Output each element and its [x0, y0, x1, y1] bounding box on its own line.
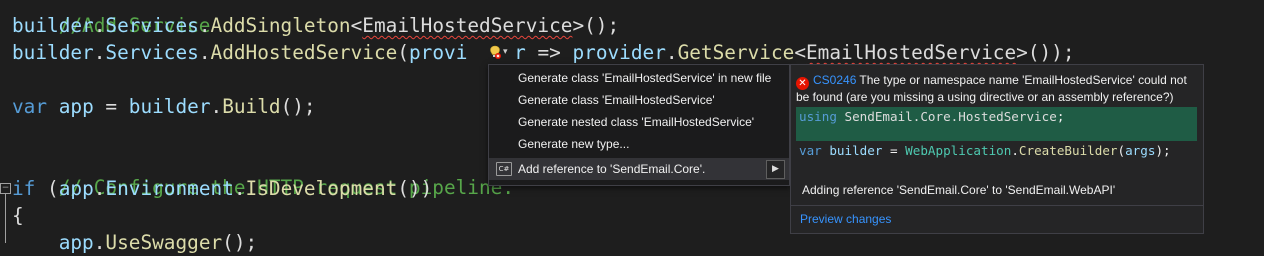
code-punct: >()); [1016, 41, 1075, 64]
code-keyword: var [12, 95, 48, 118]
code-punct: . [665, 41, 678, 64]
code-punct: => [525, 41, 573, 64]
chevron-down-icon: ▾ [503, 47, 508, 57]
preview-code-line: var builder = WebApplication.CreateBuild… [799, 141, 1171, 161]
error-message: ✕ CS0246 The type or namespace name 'Email… [796, 73, 1191, 105]
menu-item-label: Generate new type... [518, 137, 630, 151]
code-method: AddHostedService [210, 41, 398, 64]
code-keyword: var [799, 143, 822, 158]
code-punct: = [93, 95, 129, 118]
code-identifier: provi [409, 41, 468, 64]
lightbulb-error-icon [489, 45, 501, 59]
code-identifier: builder [12, 14, 94, 37]
code-line: builder.Services.AddHostedService(provi … [12, 40, 1075, 66]
quick-actions-lightbulb[interactable]: ▾ [489, 42, 523, 62]
code-punct: . [233, 177, 246, 200]
code-punct: ); [1155, 143, 1171, 158]
code-punct: < [794, 41, 806, 64]
code-punct: ( [1117, 143, 1126, 158]
csharp-project-icon: C# [496, 162, 512, 176]
error-icon: ✕ [796, 77, 809, 90]
quick-actions-menu: Generate class 'EmailHostedService' in n… [488, 64, 790, 186]
preview-code-line: using SendEmail.Core.HostedService; [799, 107, 1064, 127]
preview-changes-link[interactable]: Preview changes [800, 212, 891, 226]
code-method: AddSingleton [210, 14, 351, 37]
divider [791, 205, 1203, 206]
code-punct: >(); [572, 14, 620, 37]
error-squiggle-type[interactable]: EmailHostedService [362, 14, 572, 37]
code-method: CreateBuilder [1018, 143, 1118, 158]
code-identifier: app [58, 177, 94, 200]
code-punct: = [882, 143, 906, 158]
fold-collapse-icon[interactable]: − [0, 183, 11, 194]
menu-item-generate-new-type[interactable]: Generate new type... [489, 133, 789, 155]
code-identifier: args [1125, 143, 1156, 158]
code-brace: { [12, 204, 24, 227]
menu-item-label: Add reference to 'SendEmail.Core'. [518, 162, 706, 176]
code-punct: . [198, 14, 211, 37]
menu-item-label: Generate class 'EmailHostedService' in n… [518, 71, 772, 85]
code-line: if (app.Environment.IsDevelopment()) [12, 176, 432, 202]
code-punct: . [93, 41, 106, 64]
code-identifier: Services [105, 14, 199, 37]
code-identifier: Services [105, 41, 199, 64]
menu-item-generate-class-new-file[interactable]: Generate class 'EmailHostedService' in n… [489, 67, 789, 89]
error-code-link[interactable]: CS0246 [813, 73, 856, 87]
code-punct: . [1011, 143, 1019, 158]
preview-panel: ✕ CS0246 The type or namespace name 'Email… [790, 64, 1204, 234]
code-punct: (); [280, 95, 316, 118]
submenu-arrow-icon[interactable]: ▶ [766, 160, 785, 179]
code-method: GetService [677, 41, 795, 64]
code-punct: < [350, 14, 363, 37]
code-punct: . [210, 95, 223, 118]
code-keyword: if [12, 177, 36, 200]
code-line: { [12, 203, 24, 229]
menu-item-label: Generate class 'EmailHostedService' [518, 93, 715, 107]
code-line: var app = builder.Build(); [12, 94, 316, 120]
code-identifier: provider [572, 41, 666, 64]
menu-item-add-reference[interactable]: C# Add reference to 'SendEmail.Core'. ▶ [489, 158, 789, 180]
code-punct: . [93, 14, 106, 37]
code-punct: ; [1056, 109, 1065, 124]
code-line: builder.Services.AddSingleton<EmailHoste… [12, 13, 619, 39]
code-identifier: builder [12, 41, 94, 64]
menu-item-generate-nested-class[interactable]: Generate nested class 'EmailHostedServic… [489, 111, 789, 133]
code-identifier: Environment [105, 177, 234, 200]
code-line: app.UseSwagger(); [12, 230, 258, 256]
fold-guide-line [5, 194, 6, 243]
code-type: WebApplication [905, 143, 1012, 158]
code-identifier: builder [821, 143, 883, 158]
code-identifier: app [58, 95, 94, 118]
code-namespace: SendEmail.Core.HostedService [836, 109, 1057, 124]
menu-item-generate-class[interactable]: Generate class 'EmailHostedService' [489, 89, 789, 111]
code-line: // Configure the HTTP request pipeline. [12, 149, 514, 199]
code-line: //Add Service [12, 0, 211, 37]
code-punct: ()) [397, 177, 433, 200]
menu-item-label: Generate nested class 'EmailHostedServic… [518, 115, 755, 129]
error-squiggle-type[interactable]: EmailHostedService [806, 41, 1016, 64]
code-keyword: using [799, 109, 837, 124]
code-method: Build [222, 95, 281, 118]
code-identifier: builder [128, 95, 211, 118]
code-method: IsDevelopment [245, 177, 398, 200]
code-punct: . [198, 41, 211, 64]
code-punct: . [93, 177, 106, 200]
code-punct: ( [35, 177, 59, 200]
preview-note: Adding reference 'SendEmail.Core' to 'Se… [802, 183, 1116, 197]
code-punct: ( [397, 41, 409, 64]
